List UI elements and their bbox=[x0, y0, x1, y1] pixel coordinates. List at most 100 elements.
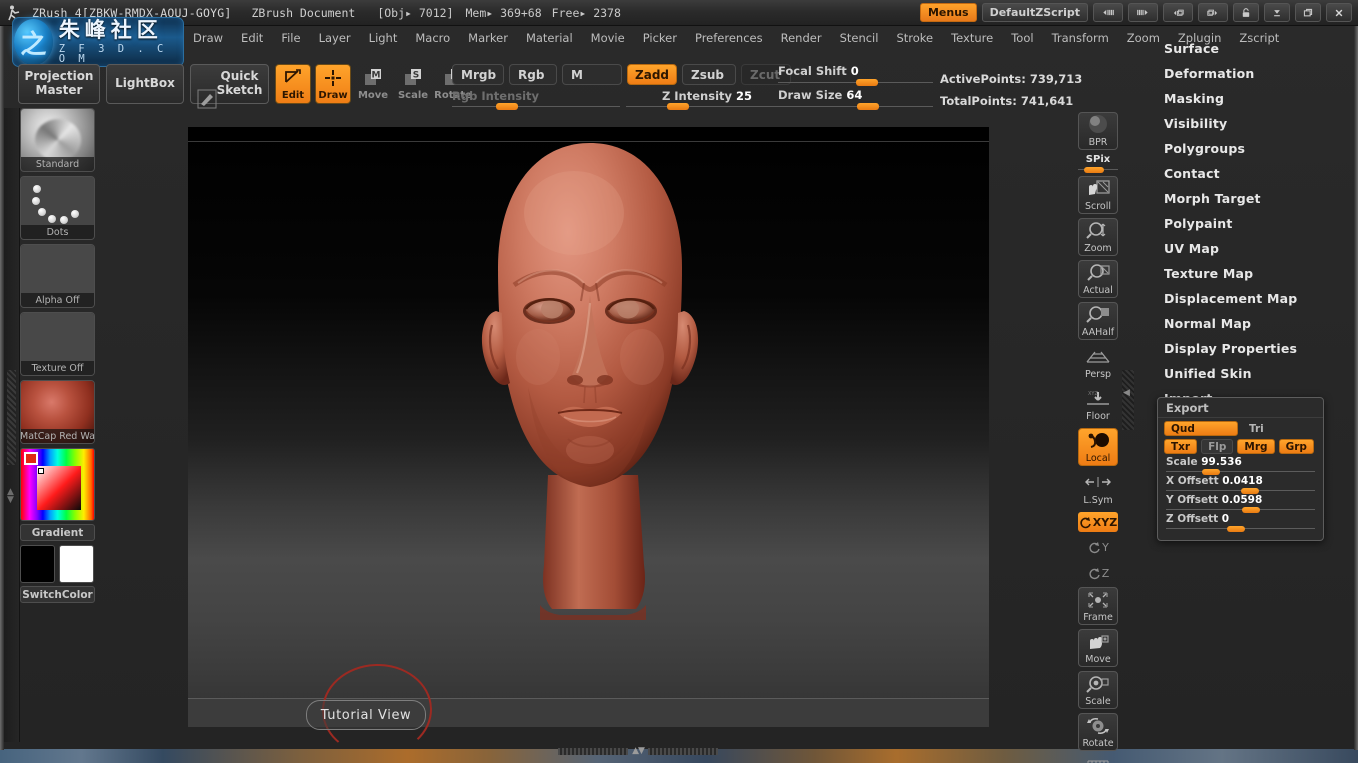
menu-item-layer[interactable]: Layer bbox=[311, 28, 359, 48]
subpalette-contact[interactable]: Contact bbox=[1150, 161, 1340, 186]
y-axis-button[interactable]: Y bbox=[1078, 535, 1118, 559]
floor-button[interactable]: XYZ Floor bbox=[1078, 386, 1118, 424]
menus-button[interactable]: Menus bbox=[919, 3, 977, 22]
rgb-button-zadd[interactable]: Zadd bbox=[627, 64, 677, 85]
scroll-right-icon[interactable] bbox=[1128, 3, 1158, 22]
minimize-icon[interactable] bbox=[1264, 3, 1290, 22]
subpalette-masking[interactable]: Masking bbox=[1150, 86, 1340, 111]
export-flp-button[interactable]: Flp bbox=[1201, 439, 1234, 454]
aahalf-button[interactable]: AAHalf bbox=[1078, 302, 1118, 340]
tutorial-view-button[interactable]: Tutorial View bbox=[306, 700, 426, 730]
black-swatch[interactable] bbox=[20, 545, 55, 583]
restore-icon[interactable] bbox=[1295, 3, 1321, 22]
stroke-selector[interactable]: Dots bbox=[20, 176, 95, 240]
menu-item-marker[interactable]: Marker bbox=[460, 28, 516, 48]
polyframe-button[interactable]: PolyF bbox=[1078, 755, 1118, 763]
subpalette-normal-map[interactable]: Normal Map bbox=[1150, 311, 1340, 336]
lock-icon[interactable] bbox=[1233, 3, 1259, 22]
material-selector[interactable]: MatCap Red Wa bbox=[20, 380, 95, 444]
menu-item-draw[interactable]: Draw bbox=[185, 28, 231, 48]
subpalette-polygroups[interactable]: Polygroups bbox=[1150, 136, 1340, 161]
mode-button-draw[interactable]: Draw bbox=[315, 64, 351, 104]
current-color-swatch[interactable] bbox=[24, 452, 38, 465]
close-icon[interactable] bbox=[1326, 3, 1352, 22]
export-grp-button[interactable]: Grp bbox=[1278, 439, 1314, 454]
export-slider-x-offsett[interactable]: X Offsett 0.0418 bbox=[1166, 475, 1315, 494]
move-gizmo-button[interactable]: Move bbox=[1078, 629, 1118, 667]
rgb-button-rgb[interactable]: Rgb bbox=[509, 64, 557, 85]
subpalette-display-properties[interactable]: Display Properties bbox=[1150, 336, 1340, 361]
rgb-button-m[interactable]: M bbox=[562, 64, 622, 85]
left-tray-arrows-icon[interactable]: ▲ ▼ bbox=[7, 488, 14, 505]
rotate-gizmo-button[interactable]: Rotate bbox=[1078, 713, 1118, 751]
left-tray-scrollbar[interactable]: ▲ ▼ bbox=[4, 108, 20, 742]
menu-item-light[interactable]: Light bbox=[361, 28, 406, 48]
persp-button[interactable]: Persp bbox=[1078, 344, 1118, 382]
actual-button[interactable]: Actual bbox=[1078, 260, 1118, 298]
subpalette-texture-map[interactable]: Texture Map bbox=[1150, 261, 1340, 286]
menu-item-tool[interactable]: Tool bbox=[1003, 28, 1041, 48]
export-slider-y-offsett[interactable]: Y Offsett 0.0598 bbox=[1166, 494, 1315, 513]
export-qud-button[interactable]: Qud bbox=[1164, 421, 1238, 436]
menu-item-macro[interactable]: Macro bbox=[407, 28, 458, 48]
subpalette-uv-map[interactable]: UV Map bbox=[1150, 236, 1340, 261]
local-button[interactable]: Local bbox=[1078, 428, 1118, 466]
menu-item-edit[interactable]: Edit bbox=[233, 28, 271, 48]
subpalette-displacement-map[interactable]: Displacement Map bbox=[1150, 286, 1340, 311]
draw-size-slider[interactable]: Draw Size 64 bbox=[778, 88, 933, 110]
subpalette-morph-target[interactable]: Morph Target bbox=[1150, 186, 1340, 211]
canvas-bottom-scrollbar[interactable]: ▲▼ bbox=[188, 745, 1088, 757]
head-sculpt-model[interactable] bbox=[440, 135, 740, 675]
bpr-button[interactable]: BPR bbox=[1078, 112, 1118, 150]
scrollbar-track-left[interactable] bbox=[558, 747, 629, 755]
projection-master-button[interactable]: Projection Master bbox=[18, 64, 100, 104]
subpalette-polypaint[interactable]: Polypaint bbox=[1150, 211, 1340, 236]
white-swatch[interactable] bbox=[59, 545, 94, 583]
subpalette-deformation[interactable]: Deformation bbox=[1150, 61, 1340, 86]
rgb-button-zsub[interactable]: Zsub bbox=[682, 64, 736, 85]
subpalette-surface[interactable]: Surface bbox=[1150, 36, 1340, 61]
left-tray-grip[interactable] bbox=[7, 370, 16, 465]
scroll-button[interactable]: Scroll bbox=[1078, 176, 1118, 214]
scroll-left-icon[interactable] bbox=[1093, 3, 1123, 22]
scrollbar-track-right[interactable] bbox=[647, 747, 718, 755]
export-slider-scale[interactable]: Scale 99.536 bbox=[1166, 456, 1315, 475]
menu-item-preferences[interactable]: Preferences bbox=[687, 28, 771, 48]
local-symmetry-button[interactable]: L.Sym bbox=[1078, 470, 1118, 508]
document-canvas[interactable] bbox=[188, 127, 989, 727]
menu-item-movie[interactable]: Movie bbox=[583, 28, 633, 48]
menu-item-stencil[interactable]: Stencil bbox=[832, 28, 887, 48]
menu-item-material[interactable]: Material bbox=[518, 28, 581, 48]
menu-item-render[interactable]: Render bbox=[773, 28, 830, 48]
menu-item-picker[interactable]: Picker bbox=[635, 28, 685, 48]
menu-item-stroke[interactable]: Stroke bbox=[888, 28, 941, 48]
scale-gizmo-button[interactable]: Scale bbox=[1078, 671, 1118, 709]
mode-button-move[interactable]: M Move bbox=[355, 64, 391, 104]
z-intensity-slider[interactable]: Z Intensity 25 bbox=[626, 89, 788, 110]
z-axis-button[interactable]: Z bbox=[1078, 561, 1118, 585]
gradient-button[interactable]: Gradient bbox=[20, 524, 95, 541]
window-next-icon[interactable] bbox=[1198, 3, 1228, 22]
rgb-button-mrgb[interactable]: Mrgb bbox=[452, 64, 504, 85]
right-tray-grip[interactable]: ◀ bbox=[1122, 370, 1134, 430]
tray-collapse-icon[interactable]: ◀ bbox=[1123, 388, 1130, 398]
frame-button[interactable]: Frame bbox=[1078, 587, 1118, 625]
texture-selector[interactable]: Texture Off bbox=[20, 312, 95, 376]
color-picker[interactable] bbox=[20, 448, 95, 521]
mode-button-edit[interactable]: Edit bbox=[275, 64, 311, 104]
subpalette-visibility[interactable]: Visibility bbox=[1150, 111, 1340, 136]
alpha-selector[interactable]: Alpha Off bbox=[20, 244, 95, 308]
zscript-name[interactable]: DefaultZScript bbox=[981, 3, 1088, 22]
export-mrg-button[interactable]: Mrg bbox=[1237, 439, 1275, 454]
subpalette-unified-skin[interactable]: Unified Skin bbox=[1150, 361, 1340, 386]
spix-slider[interactable]: SPix bbox=[1078, 154, 1118, 173]
xyz-axis-button[interactable]: XYZ bbox=[1078, 512, 1118, 532]
zoom-button[interactable]: Zoom bbox=[1078, 218, 1118, 256]
lightbox-button[interactable]: LightBox bbox=[106, 64, 184, 104]
focal-shift-slider[interactable]: Focal Shift 0 bbox=[778, 64, 933, 86]
menu-item-texture[interactable]: Texture bbox=[943, 28, 1001, 48]
rgb-intensity-slider[interactable]: Rgb Intensity bbox=[452, 89, 620, 110]
window-prev-icon[interactable] bbox=[1163, 3, 1193, 22]
export-txr-button[interactable]: Txr bbox=[1164, 439, 1198, 454]
export-slider-z-offsett[interactable]: Z Offsett 0 bbox=[1166, 513, 1315, 532]
